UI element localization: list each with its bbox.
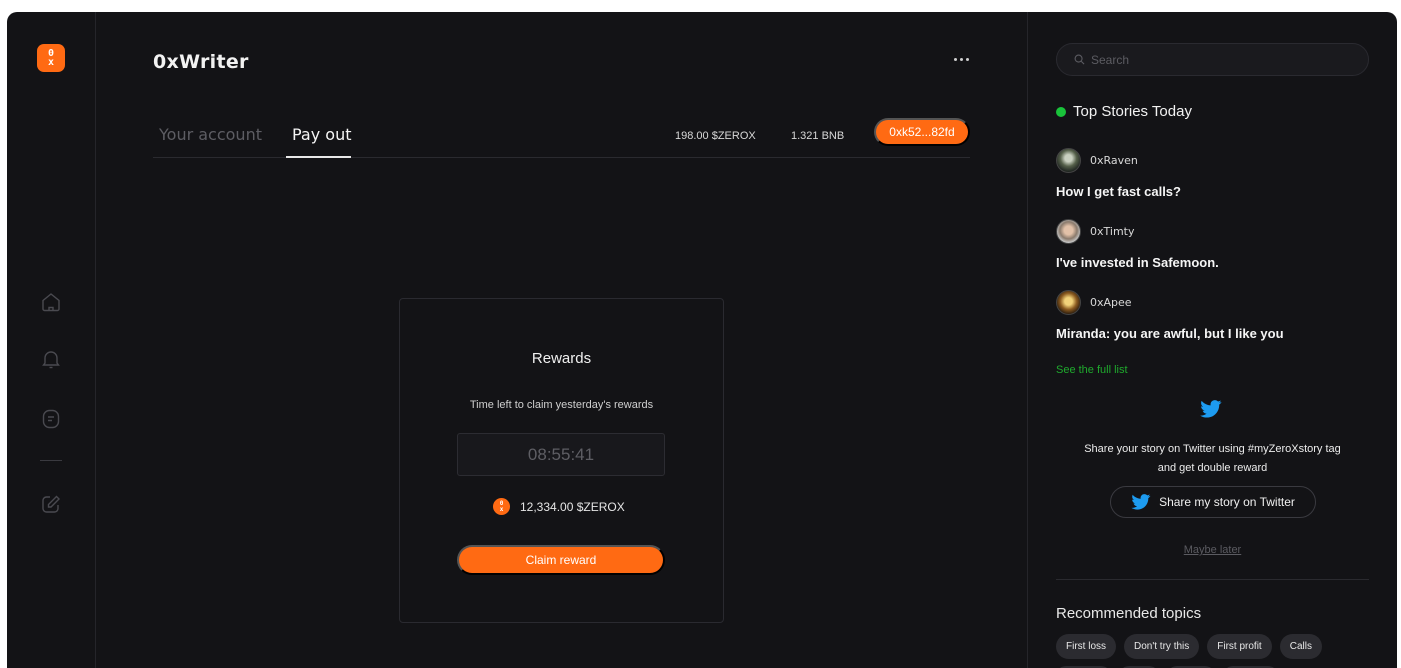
rewards-title: Rewards bbox=[531, 350, 592, 367]
wallet-address-button[interactable]: 0xk52...82fd bbox=[874, 118, 970, 146]
maybe-later-link[interactable]: Maybe later bbox=[1028, 544, 1397, 556]
twitter-icon bbox=[1200, 400, 1222, 418]
reward-amount-row: 0x 12,334.00 $ZEROX bbox=[493, 498, 625, 515]
topic-chips: First loss Don't try this First profit C… bbox=[1056, 634, 1322, 659]
recommended-topics-heading: Recommended topics bbox=[1056, 605, 1202, 622]
search-icon bbox=[1074, 54, 1085, 65]
reward-amount: 12,334.00 $ZEROX bbox=[520, 499, 625, 514]
top-stories-label: Top Stories Today bbox=[1073, 103, 1192, 120]
zerox-coin-icon: 0x bbox=[493, 498, 510, 515]
topic-chip[interactable]: Calls bbox=[1279, 634, 1322, 659]
avatar bbox=[1056, 148, 1081, 173]
story-author: 0xApee bbox=[1090, 296, 1132, 309]
see-full-list-link[interactable]: See the full list bbox=[1056, 364, 1128, 376]
more-dots-icon[interactable] bbox=[950, 52, 972, 66]
page-title: 0xWriter bbox=[153, 51, 249, 73]
story-author: 0xRaven bbox=[1090, 154, 1138, 167]
topic-chip[interactable]: First profit bbox=[1207, 634, 1272, 659]
countdown-timer: 08:55:41 bbox=[457, 433, 665, 476]
home-icon[interactable] bbox=[38, 289, 64, 315]
rail-divider bbox=[40, 460, 62, 461]
edit-icon[interactable] bbox=[38, 491, 64, 517]
zerox-balance: 198.00 $ZEROX bbox=[675, 130, 756, 142]
avatar bbox=[1056, 219, 1081, 244]
live-dot-icon bbox=[1056, 106, 1066, 117]
logo-text-bottom: x bbox=[47, 57, 55, 68]
topic-chip[interactable]: Don't try this bbox=[1124, 634, 1200, 659]
active-tab-indicator bbox=[286, 156, 351, 158]
tab-your-account[interactable]: Your account bbox=[159, 125, 262, 144]
sidebar-divider bbox=[1056, 579, 1369, 580]
app-logo[interactable]: 0 x bbox=[37, 44, 65, 72]
story-title[interactable]: How I get fast calls? bbox=[1056, 184, 1181, 199]
story-item[interactable]: 0xTimty I've invested in Safemoon. bbox=[1056, 219, 1219, 270]
share-prompt-line1: Share your story on Twitter using #myZer… bbox=[1084, 443, 1341, 455]
wallet-icon[interactable] bbox=[38, 406, 64, 432]
twitter-icon bbox=[1131, 494, 1151, 510]
main-panel: 0xWriter Your account Pay out 198.00 $ZE… bbox=[96, 12, 1028, 668]
story-title[interactable]: Miranda: you are awful, but I like you bbox=[1056, 326, 1284, 341]
bell-icon[interactable] bbox=[38, 346, 64, 372]
top-stories-heading: Top Stories Today bbox=[1056, 103, 1192, 120]
claim-reward-button[interactable]: Claim reward bbox=[457, 545, 665, 575]
story-author: 0xTimty bbox=[1090, 225, 1135, 238]
search-box[interactable] bbox=[1056, 43, 1369, 76]
app-window: 0 x 0xWriter Your account Pay out 198.00… bbox=[7, 12, 1397, 668]
share-on-twitter-button[interactable]: Share my story on Twitter bbox=[1110, 486, 1316, 518]
story-title[interactable]: I've invested in Safemoon. bbox=[1056, 255, 1219, 270]
avatar bbox=[1056, 290, 1081, 315]
left-rail: 0 x bbox=[7, 12, 96, 668]
rewards-card: Rewards Time left to claim yesterday's r… bbox=[399, 298, 724, 623]
search-input[interactable] bbox=[1091, 52, 1351, 67]
bnb-balance: 1.321 BNB bbox=[791, 130, 845, 142]
share-prompt-line2: and get double reward bbox=[1157, 462, 1268, 474]
rewards-subtitle: Time left to claim yesterday's rewards bbox=[469, 399, 654, 411]
share-button-label: Share my story on Twitter bbox=[1159, 495, 1295, 509]
tab-pay-out[interactable]: Pay out bbox=[292, 125, 352, 144]
share-prompt: Share your story on Twitter using #myZer… bbox=[1056, 440, 1369, 478]
tab-bar: Your account Pay out 198.00 $ZEROX 1.321… bbox=[153, 116, 970, 158]
right-sidebar: Top Stories Today 0xRaven How I get fast… bbox=[1028, 12, 1397, 668]
topic-chip[interactable]: First loss bbox=[1056, 634, 1116, 659]
story-item[interactable]: 0xRaven How I get fast calls? bbox=[1056, 148, 1181, 199]
story-item[interactable]: 0xApee Miranda: you are awful, but I lik… bbox=[1056, 290, 1284, 341]
